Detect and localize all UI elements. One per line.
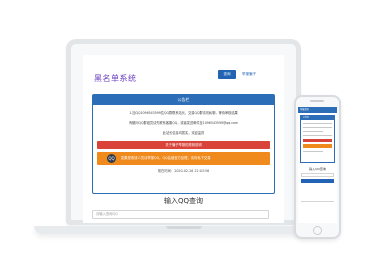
phone-home-button bbox=[313, 226, 322, 235]
notice-header: 公告栏 bbox=[93, 95, 274, 105]
current-time: 现在时间：2020-02-26 22:03:56 bbox=[157, 169, 210, 173]
notice-panel: 公告栏 1.加QQ1096543599拉QQ群联系站长，交易QQ群请勿私聊，等待… bbox=[92, 94, 275, 194]
query-title: 输入QQ查询 bbox=[163, 197, 204, 205]
query-nav-button[interactable]: 查询 bbox=[218, 70, 236, 79]
site-title: 黑名单系统 bbox=[94, 74, 137, 83]
phone-notice-header: 公告栏 bbox=[301, 116, 334, 120]
phone-timestamp bbox=[303, 151, 323, 152]
phone-qq-search-input[interactable] bbox=[301, 173, 334, 177]
phone-rules-banner[interactable] bbox=[303, 139, 332, 142]
phone-notice-panel: 公告栏 bbox=[300, 115, 335, 163]
report-scammer-link[interactable]: 举报骗子 bbox=[242, 70, 256, 79]
phone-query-button[interactable] bbox=[301, 179, 334, 183]
laptop-notch bbox=[166, 226, 202, 229]
qq-search-input[interactable]: 请输入查询QQ bbox=[92, 210, 269, 219]
phone-footer-line bbox=[301, 201, 334, 202]
warning-banner-text: 如果是收钱人员请举报QQ，QQ会被官方处理，请勿私下交易 bbox=[121, 156, 211, 160]
phone-notice-line bbox=[303, 135, 332, 136]
phone-header: 举报查询 bbox=[298, 107, 337, 113]
phone-warning-banner[interactable] bbox=[303, 144, 332, 148]
notice-line: 1.加QQ1096543599拉QQ群联系站长，交易QQ群请勿私聊，等待审核结果 bbox=[129, 111, 238, 115]
notice-line: 有疑问QQ群组员请先联系客服QQ，或者发送邮件至1096543599@qq.co… bbox=[128, 121, 239, 125]
phone-speaker bbox=[310, 100, 324, 102]
phone-notice-line bbox=[303, 123, 332, 124]
laptop-screen: 黑名单系统 查询 举报骗子 公告栏 1.加QQ1096543599拉QQ群联系站… bbox=[83, 55, 284, 223]
phone-notice-line bbox=[303, 131, 323, 132]
phone-screen: 举报查询 公告栏 输入QQ查询 bbox=[298, 107, 337, 223]
phone-query-title: 输入QQ查询 bbox=[309, 167, 326, 171]
warning-banner[interactable]: QQ 如果是收钱人员请举报QQ，QQ会被官方处理，请勿私下交易 bbox=[97, 152, 270, 165]
rules-banner[interactable]: 关于骗子举报的规则说明 bbox=[97, 141, 270, 149]
notice-line: 此站长信息均属实，欢迎监督 bbox=[162, 131, 205, 135]
phone-notice-line bbox=[303, 127, 332, 128]
qq-penguin-icon: QQ bbox=[107, 154, 116, 163]
